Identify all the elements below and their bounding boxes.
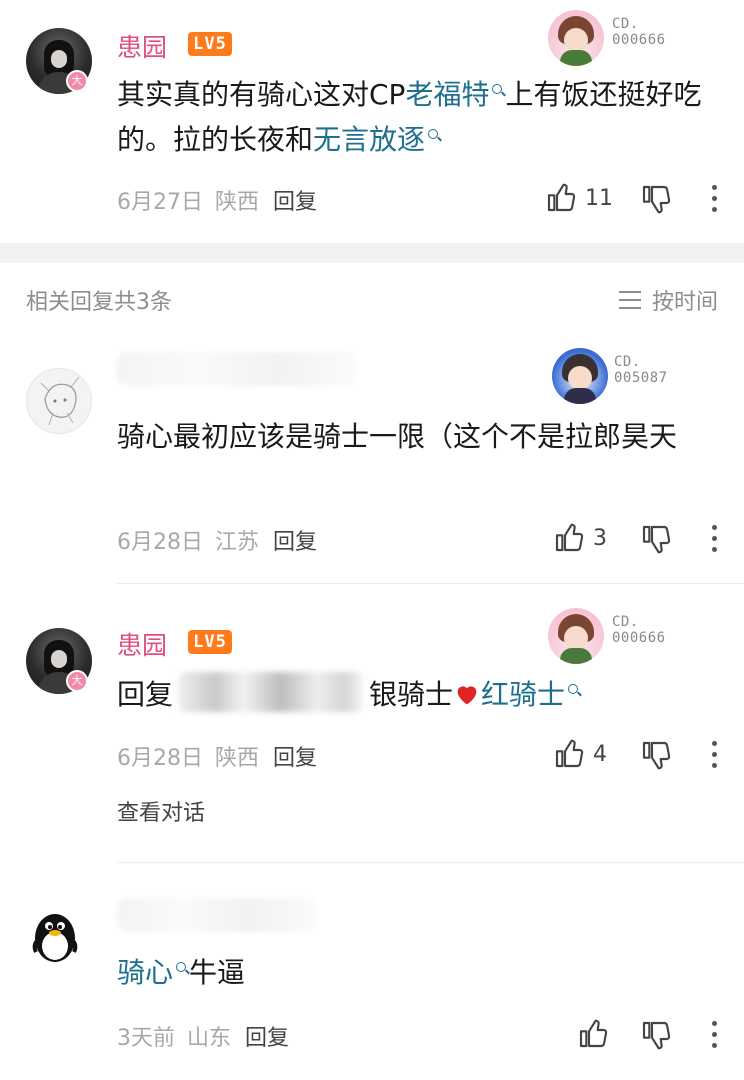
username[interactable]: 患园	[117, 28, 167, 64]
blurred-mention	[179, 672, 364, 712]
section-divider	[0, 243, 744, 263]
more-options-icon[interactable]	[709, 525, 719, 555]
sort-label: 按时间	[651, 290, 718, 315]
heart-icon	[457, 686, 477, 705]
comment-date: 6月27日	[117, 190, 203, 215]
reply-button[interactable]: 回复	[273, 746, 317, 771]
reply-location: 江苏	[215, 530, 260, 555]
topic-link-hongqishi[interactable]: 红骑士	[481, 678, 565, 711]
search-icon	[176, 961, 187, 972]
more-options-icon[interactable]	[709, 1021, 719, 1051]
view-conversation-link[interactable]: 查看对话	[117, 795, 205, 827]
penguin-avatar-icon	[32, 914, 78, 962]
fan-badge[interactable]: CD. 000666	[548, 608, 688, 664]
reply-date: 6月28日	[117, 530, 203, 555]
user-avatar[interactable]	[26, 368, 92, 434]
thumbs-up-icon	[555, 523, 584, 552]
search-icon	[492, 83, 503, 94]
fan-badge-label: CD.	[614, 354, 641, 370]
topic-link-laofute[interactable]: 老福特	[405, 78, 489, 111]
fan-badge-number: 000666	[612, 630, 666, 646]
verified-badge-icon: 大	[66, 70, 88, 92]
sketch-avatar-icon	[40, 376, 80, 426]
like-count: 11	[585, 185, 613, 211]
fan-badge-avatar-icon	[552, 348, 608, 404]
reply-item: 骑心 牛逼 3天前 山东 回复	[0, 870, 744, 1080]
search-icon	[428, 128, 439, 139]
reply-date: 3天前	[117, 1026, 175, 1051]
topic-link-qixin[interactable]: 骑心	[117, 956, 173, 989]
reply-location: 陕西	[215, 746, 260, 771]
reply-button[interactable]: 回复	[273, 190, 317, 215]
sort-by-time-button[interactable]: 按时间	[618, 284, 718, 316]
username[interactable]: 患园	[117, 626, 167, 662]
sort-list-icon	[618, 291, 641, 309]
reply-meta: 3天前 山东 回复	[117, 1020, 289, 1052]
level-badge: LV5	[188, 32, 232, 56]
fan-badge-label: CD.	[612, 16, 639, 32]
thumbs-down-icon[interactable]	[640, 523, 672, 555]
reply-location: 山东	[187, 1026, 232, 1051]
like-button[interactable]: 3	[553, 521, 607, 555]
reply-text: 骑心 牛逼	[117, 956, 246, 989]
fan-badge-label: CD.	[612, 614, 639, 630]
reply-date: 6月28日	[117, 746, 203, 771]
blurred-username	[117, 352, 357, 386]
thumbs-up-icon	[547, 183, 576, 212]
like-count: 4	[593, 741, 607, 767]
thumbs-down-icon[interactable]	[640, 183, 672, 215]
thumbs-down-icon[interactable]	[640, 739, 672, 771]
like-button[interactable]: 4	[553, 737, 607, 771]
related-replies-count: 相关回复共3条	[26, 290, 172, 315]
fan-badge[interactable]: CD. 005087	[552, 348, 692, 404]
user-avatar[interactable]	[22, 902, 88, 968]
reply-text: 骑心最初应该是骑士一限（这个不是拉郎昊天	[117, 420, 678, 453]
verified-badge-icon: 大	[66, 670, 88, 692]
reply-item: CD. 005087 骑心最初应该是骑士一限（这个不是拉郎昊天 6月28日 江苏回…	[0, 330, 744, 580]
like-button[interactable]	[577, 1017, 609, 1051]
main-comment: 大 患园 LV5 CD. 000666 其实真的有骑心这对CP老福特 上有饭还挺好…	[0, 0, 744, 243]
like-button[interactable]: 11	[545, 181, 613, 215]
reply-meta: 6月28日 陕西 回复	[117, 740, 317, 772]
fan-badge[interactable]: CD. 000666	[548, 10, 688, 66]
fan-badge-number: 005087	[614, 370, 668, 386]
fan-badge-avatar-icon	[548, 10, 604, 66]
reply-divider	[117, 862, 744, 863]
level-badge: LV5	[188, 630, 232, 654]
comment-location: 陕西	[215, 190, 260, 215]
search-icon	[568, 683, 579, 694]
reply-meta: 6月28日 江苏 回复	[117, 524, 317, 556]
topic-link-wuyanfangzhu[interactable]: 无言放逐	[313, 123, 425, 156]
fan-badge-avatar-icon	[548, 608, 604, 664]
more-options-icon[interactable]	[709, 185, 719, 215]
reply-divider	[117, 583, 744, 584]
thumbs-up-icon	[579, 1019, 608, 1048]
reply-button[interactable]: 回复	[245, 1026, 289, 1051]
thumbs-up-icon	[555, 739, 584, 768]
fan-badge-number: 000666	[612, 32, 666, 48]
thumbs-down-icon[interactable]	[640, 1019, 672, 1051]
comment-meta: 6月27日 陕西 回复	[117, 184, 317, 216]
reply-text: 回复 银骑士 红骑士	[117, 672, 737, 717]
reply-item: 大 患园 LV5 CD. 000666 回复 银骑士 红骑士 6月28日 陕西 回复 4	[0, 590, 744, 840]
comment-text: 其实真的有骑心这对CP老福特 上有饭还挺好吃的。拉的长夜和无言放逐	[117, 78, 702, 156]
like-count: 3	[593, 525, 607, 551]
reply-button[interactable]: 回复	[273, 530, 317, 555]
blurred-username	[117, 898, 317, 932]
more-options-icon[interactable]	[709, 741, 719, 771]
